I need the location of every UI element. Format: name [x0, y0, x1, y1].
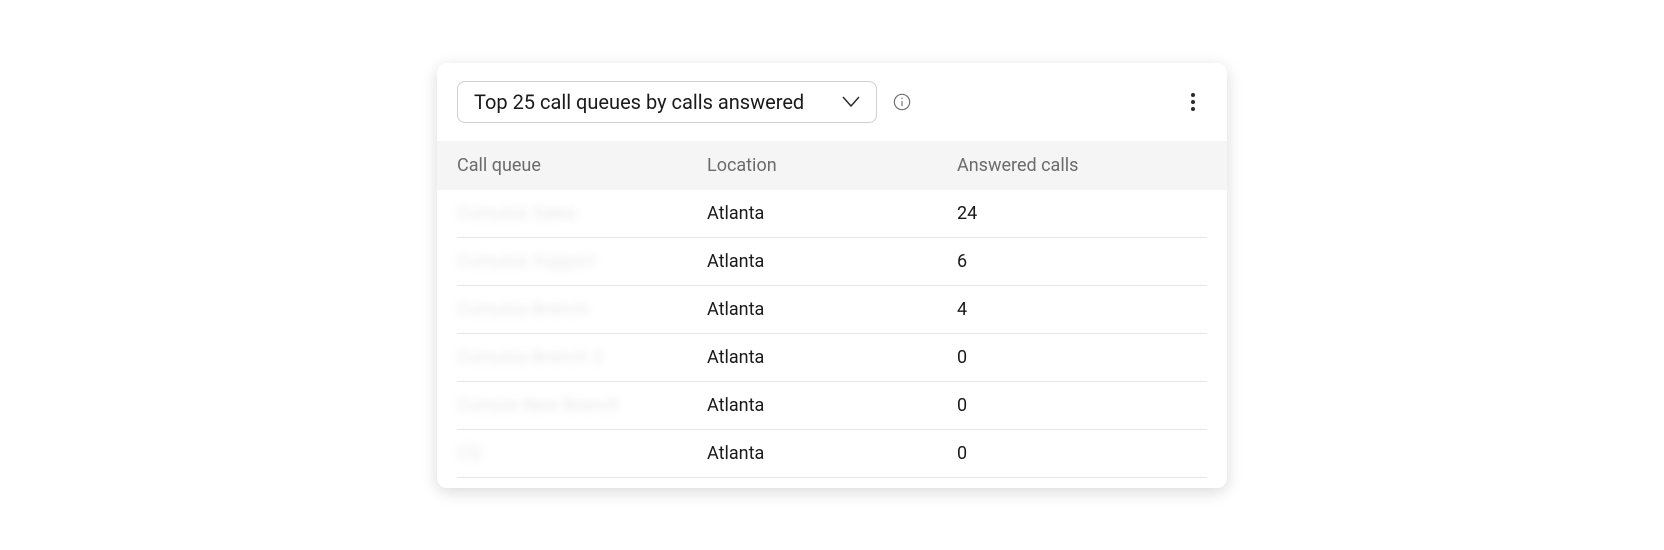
cell-location: Atlanta	[707, 347, 957, 368]
cell-answered: 24	[957, 203, 1207, 224]
cell-queue: CQ	[457, 443, 707, 464]
card-header: Top 25 call queues by calls answered	[437, 81, 1227, 141]
cell-location: Atlanta	[707, 299, 957, 320]
cell-answered: 6	[957, 251, 1207, 272]
call-queues-card: Top 25 call queues by calls answered Cal…	[437, 63, 1227, 488]
column-header-location: Location	[707, 155, 957, 176]
table-row: Cumulus Sales Atlanta 24	[457, 190, 1207, 238]
cell-location: Atlanta	[707, 395, 957, 416]
cell-answered: 4	[957, 299, 1207, 320]
metric-dropdown[interactable]: Top 25 call queues by calls answered	[457, 81, 877, 123]
cell-queue: Cumulus Branch 2	[457, 347, 707, 368]
table-row: Cumulus Support Atlanta 6	[457, 238, 1207, 286]
cell-queue: Cumulus Branch	[457, 299, 707, 320]
table-body: Cumulus Sales Atlanta 24 Cumulus Support…	[437, 190, 1227, 478]
cell-location: Atlanta	[707, 443, 957, 464]
cell-answered: 0	[957, 443, 1207, 464]
more-vertical-icon	[1191, 93, 1195, 111]
cell-queue: Cumuls New Branch	[457, 395, 707, 416]
column-header-answered: Answered calls	[957, 155, 1207, 176]
cell-answered: 0	[957, 395, 1207, 416]
cell-answered: 0	[957, 347, 1207, 368]
info-icon[interactable]	[893, 93, 911, 111]
cell-queue: Cumulus Support	[457, 251, 707, 272]
cell-location: Atlanta	[707, 251, 957, 272]
cell-queue: Cumulus Sales	[457, 203, 707, 224]
table-row: CQ Atlanta 0	[457, 430, 1207, 478]
column-header-queue: Call queue	[457, 155, 707, 176]
table-row: Cumulus Branch Atlanta 4	[457, 286, 1207, 334]
table-row: Cumulus Branch 2 Atlanta 0	[457, 334, 1207, 382]
table-header: Call queue Location Answered calls	[437, 141, 1227, 190]
more-options-button[interactable]	[1179, 88, 1207, 116]
cell-location: Atlanta	[707, 203, 957, 224]
chevron-down-icon	[842, 96, 860, 108]
dropdown-label: Top 25 call queues by calls answered	[474, 90, 804, 114]
table-row: Cumuls New Branch Atlanta 0	[457, 382, 1207, 430]
